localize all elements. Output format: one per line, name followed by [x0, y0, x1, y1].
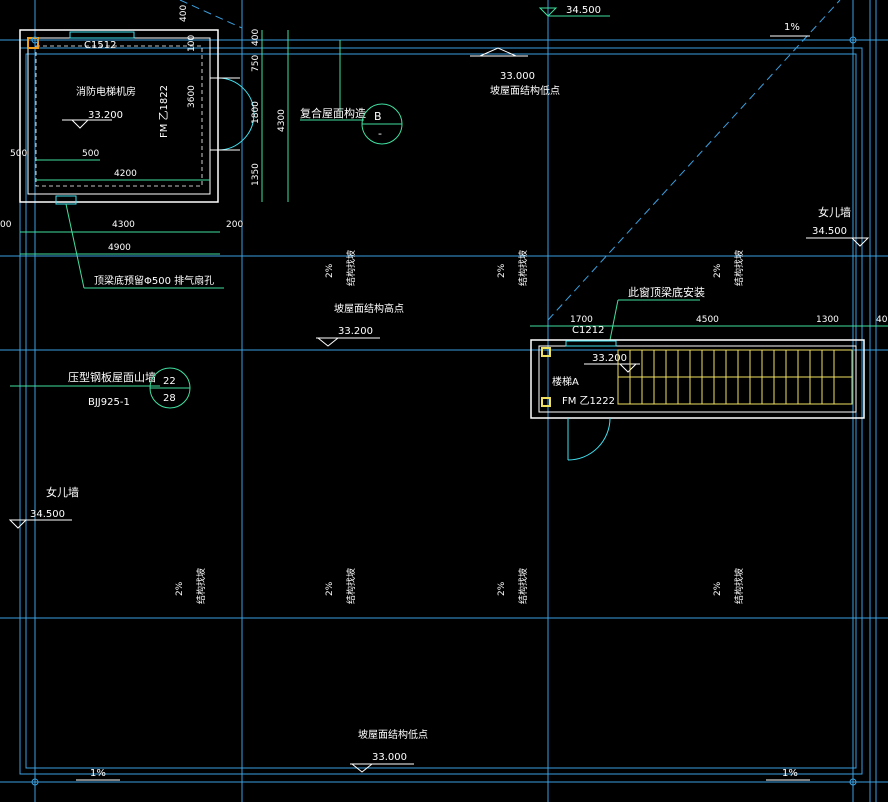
machine-dim-500a: 500 — [10, 149, 27, 159]
elev-top-text: 34.500 — [566, 5, 601, 16]
vdim-750: 750 — [251, 55, 261, 72]
svg-text:结构找坡: 结构找坡 — [345, 250, 357, 286]
svg-text:结构找坡: 结构找坡 — [345, 568, 357, 604]
machine-dim-3600: 3600 — [187, 85, 197, 108]
svg-text:2%: 2% — [497, 263, 507, 278]
machine-dim-4900: 4900 — [108, 243, 131, 253]
gable-bubble-top: 22 — [163, 376, 176, 387]
roof-high-elev: 33.200 — [338, 326, 373, 337]
stair-dim-1300: 1300 — [816, 315, 839, 325]
svg-text:2%: 2% — [325, 263, 335, 278]
parapet-right-elev: 34.500 — [812, 226, 847, 237]
bottom-slope-left: 1% — [90, 768, 106, 779]
roof-plan-drawing: 34.500 1% 400 C1512 消防电梯机房 33.200 FM 乙18… — [0, 0, 888, 802]
gable-ref: BJJ925-1 — [88, 397, 130, 408]
machine-dim-100: 100 — [187, 35, 197, 52]
stair-dim-1700: 1700 — [570, 315, 593, 325]
machine-door-text: FM 乙1822 — [158, 85, 170, 138]
machine-dim-00: 00 — [0, 220, 12, 230]
machine-dim-4300: 4300 — [112, 220, 135, 230]
stair-window-note: 此窗顶梁底安装 — [628, 285, 705, 299]
vdim-400: 400 — [251, 29, 261, 46]
callout-fuhe-label: 复合屋面构造 — [300, 106, 366, 120]
stair-window-text: C1212 — [572, 325, 604, 336]
machine-dim-4200: 4200 — [114, 169, 137, 179]
callout-fuhe-bottom: - — [378, 127, 382, 140]
dim-400-top-left: 400 — [179, 5, 189, 22]
machine-room-name: 消防电梯机房 — [76, 85, 136, 98]
machine-dim-200: 200 — [226, 220, 243, 230]
slope-top-right-text: 1% — [784, 22, 800, 33]
vdim-4300: 4300 — [277, 109, 287, 132]
parapet-left-label: 女儿墙 — [46, 485, 79, 499]
vdim-1800: 1800 — [251, 101, 261, 124]
svg-text:结构找坡: 结构找坡 — [733, 250, 745, 286]
stair-elev: 33.200 — [592, 353, 627, 364]
roof-low-top-elev: 33.000 — [500, 71, 535, 82]
svg-text:2%: 2% — [713, 581, 723, 596]
bottom-slope-right: 1% — [782, 768, 798, 779]
gable-label: 压型钢板屋面山墙 — [68, 370, 156, 384]
svg-text:2%: 2% — [713, 263, 723, 278]
roof-low-top-label: 坡屋面结构低点 — [490, 84, 560, 97]
svg-text:2%: 2% — [497, 581, 507, 596]
exhaust-note-text: 顶梁底预留Φ500 排气扇孔 — [94, 274, 214, 287]
roof-low-bottom-label: 坡屋面结构低点 — [358, 728, 428, 741]
svg-text:结构找坡: 结构找坡 — [733, 568, 745, 604]
stair-dim-40: 40 — [876, 315, 888, 325]
callout-fuhe-top: B — [374, 110, 382, 123]
stair-room-name: 楼梯A — [552, 375, 579, 388]
machine-window-text: C1512 — [84, 40, 116, 51]
svg-text:结构找坡: 结构找坡 — [195, 568, 207, 604]
svg-text:结构找坡: 结构找坡 — [517, 568, 529, 604]
roof-high-label: 坡屋面结构高点 — [334, 302, 404, 315]
svg-text:2%: 2% — [325, 581, 335, 596]
machine-room-elev: 33.200 — [88, 110, 123, 121]
parapet-left-elev: 34.500 — [30, 509, 65, 520]
roof-low-bottom-elev: 33.000 — [372, 752, 407, 763]
parapet-right-label: 女儿墙 — [818, 205, 851, 219]
vdim-1350: 1350 — [251, 163, 261, 186]
svg-text:结构找坡: 结构找坡 — [517, 250, 529, 286]
svg-text:2%: 2% — [175, 581, 185, 596]
stair-door-text: FM 乙1222 — [562, 395, 615, 407]
machine-dim-500b: 500 — [82, 149, 99, 159]
stair-dim-4500: 4500 — [696, 315, 719, 325]
gable-bubble-bottom: 28 — [163, 393, 176, 404]
